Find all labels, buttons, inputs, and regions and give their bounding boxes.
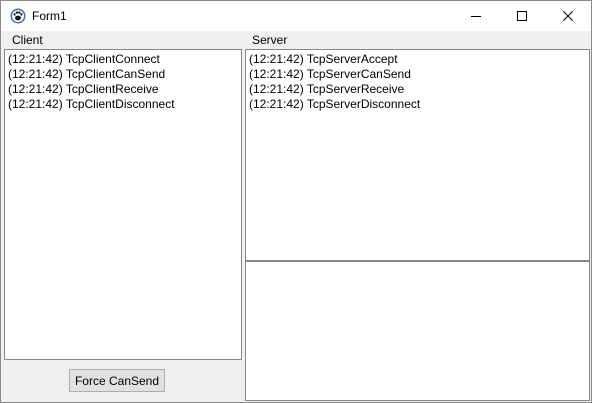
- force-cansend-button[interactable]: Force CanSend: [69, 369, 165, 392]
- client-label: Client: [11, 33, 44, 47]
- list-item[interactable]: (12:21:42) TcpClientCanSend: [5, 67, 241, 82]
- server-log-listbox[interactable]: (12:21:42) TcpServerAccept (12:21:42) Tc…: [245, 49, 590, 261]
- maximize-button[interactable]: [499, 1, 545, 31]
- window-title: Form1: [32, 9, 67, 23]
- server-label: Server: [251, 33, 289, 47]
- list-item[interactable]: (12:21:42) TcpClientConnect: [5, 52, 241, 67]
- list-item[interactable]: (12:21:42) TcpClientDisconnect: [5, 97, 241, 112]
- main-window: Form1 Client Server (12:21:42) TcpClient…: [0, 0, 592, 403]
- minimize-button[interactable]: [453, 1, 499, 31]
- list-item[interactable]: (12:21:42) TcpClientReceive: [5, 82, 241, 97]
- server-secondary-listbox[interactable]: [245, 261, 590, 401]
- title-bar[interactable]: Form1: [1, 1, 591, 31]
- client-log-listbox[interactable]: (12:21:42) TcpClientConnect (12:21:42) T…: [4, 49, 242, 360]
- list-item[interactable]: (12:21:42) TcpServerDisconnect: [246, 97, 589, 112]
- list-item[interactable]: (12:21:42) TcpServerReceive: [246, 82, 589, 97]
- app-icon: [10, 8, 26, 24]
- close-icon: [563, 11, 573, 21]
- list-item[interactable]: (12:21:42) TcpServerCanSend: [246, 67, 589, 82]
- maximize-icon: [517, 11, 527, 21]
- list-item[interactable]: (12:21:42) TcpServerAccept: [246, 52, 589, 67]
- minimize-icon: [471, 16, 481, 17]
- close-button[interactable]: [545, 1, 591, 31]
